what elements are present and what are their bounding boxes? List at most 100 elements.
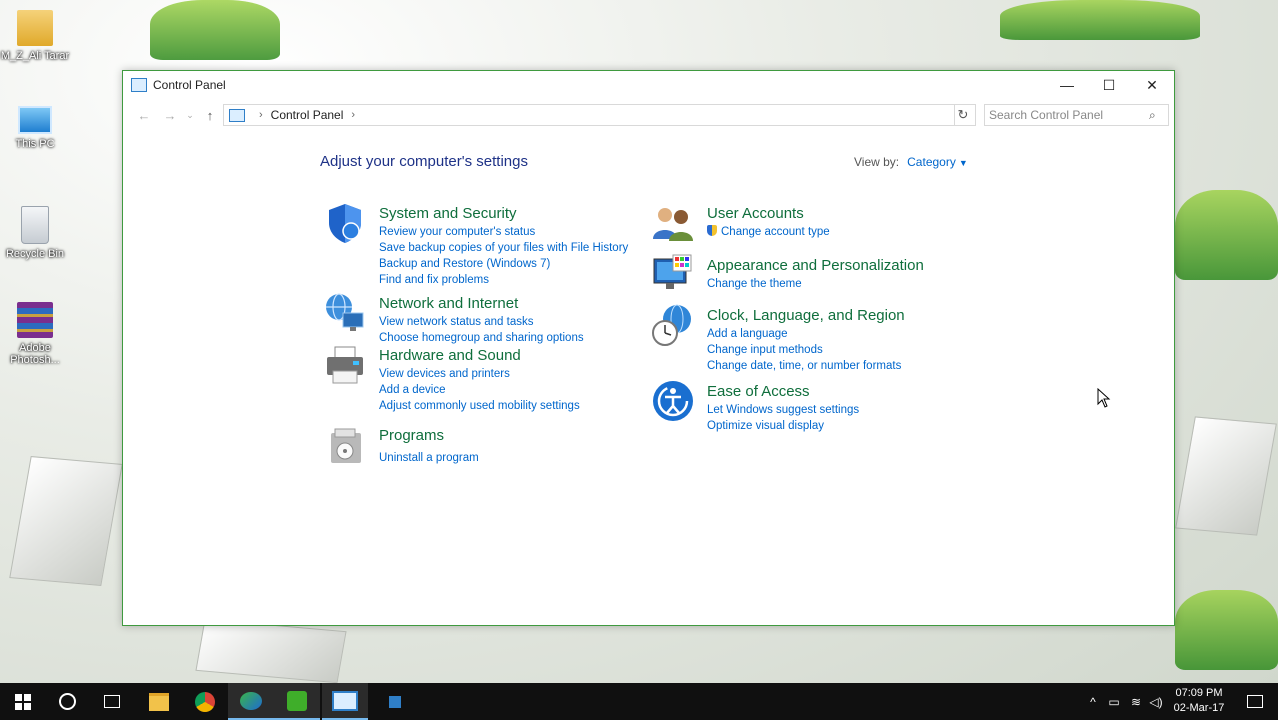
view-by: View by: Category ▼ bbox=[854, 155, 968, 169]
show-hidden-icons-chevron-icon[interactable]: ^ bbox=[1084, 695, 1102, 709]
ease-of-access-icon bbox=[653, 381, 693, 421]
forward-arrow-icon[interactable]: → bbox=[157, 108, 183, 123]
category-title[interactable]: User Accounts bbox=[707, 205, 804, 222]
category-link[interactable]: View devices and printers bbox=[379, 366, 580, 382]
desktop-icon-label: M_Z_Ali Tarar bbox=[0, 50, 70, 62]
desktop-icon-photoshop[interactable]: Adobe Photosh... bbox=[0, 302, 70, 366]
control-panel-window: Control Panel — ☐ ✕ ← → ⌄ ↑ › Control Pa… bbox=[122, 70, 1175, 626]
recent-locations-chevron-icon[interactable]: ⌄ bbox=[183, 110, 197, 121]
wallpaper-grass bbox=[1000, 0, 1200, 40]
taskbar-photo-app[interactable] bbox=[228, 683, 274, 720]
mouse-pointer-icon bbox=[1097, 388, 1111, 408]
wallpaper-grass bbox=[1175, 190, 1278, 280]
title-bar[interactable]: Control Panel bbox=[123, 71, 1174, 99]
close-button[interactable]: ✕ bbox=[1130, 71, 1174, 99]
category-link[interactable]: Review your computer's status bbox=[379, 224, 628, 240]
category-title[interactable]: Clock, Language, and Region bbox=[707, 307, 905, 324]
category-link[interactable]: Save backup copies of your files with Fi… bbox=[379, 240, 628, 256]
breadcrumb-control-panel[interactable]: Control Panel bbox=[271, 108, 344, 122]
battery-icon[interactable]: ▭ bbox=[1102, 695, 1126, 709]
minimize-button[interactable]: — bbox=[1045, 71, 1089, 99]
volume-icon[interactable]: ◁) bbox=[1146, 695, 1166, 709]
desktop-icon-label: Recycle Bin bbox=[5, 248, 65, 260]
category-link[interactable]: Change account type bbox=[707, 224, 830, 240]
category-link[interactable]: Find and fix problems bbox=[379, 272, 628, 288]
search-icon[interactable]: ⌕ bbox=[1149, 108, 1156, 123]
category-link[interactable]: Let Windows suggest settings bbox=[707, 402, 859, 418]
recycle-bin-icon bbox=[21, 206, 49, 244]
action-center-button[interactable] bbox=[1232, 683, 1278, 720]
taskbar-chrome[interactable] bbox=[182, 683, 228, 720]
view-by-label: View by: bbox=[854, 155, 900, 169]
notification-icon bbox=[1247, 695, 1263, 708]
archive-icon bbox=[17, 302, 53, 338]
category-link[interactable]: Choose homegroup and sharing options bbox=[379, 330, 584, 346]
category-link[interactable]: Add a language bbox=[707, 326, 901, 342]
category-title[interactable]: Appearance and Personalization bbox=[707, 257, 924, 274]
taskbar-app-small[interactable] bbox=[372, 683, 418, 720]
category-title[interactable]: Ease of Access bbox=[707, 383, 810, 400]
clock-globe-icon bbox=[652, 304, 691, 346]
system-tray: ^ ▭ ≋ ◁) bbox=[1084, 683, 1166, 720]
category-title[interactable]: Programs bbox=[379, 427, 444, 444]
taskbar-control-panel[interactable] bbox=[322, 683, 368, 720]
page-title: Adjust your computer's settings bbox=[320, 153, 528, 170]
category-link[interactable]: Change date, time, or number formats bbox=[707, 358, 901, 374]
category-link[interactable]: Adjust commonly used mobility settings bbox=[379, 398, 580, 414]
dropdown-caret-icon[interactable]: ▼ bbox=[959, 158, 968, 168]
back-arrow-icon[interactable]: ← bbox=[131, 108, 157, 123]
control-panel-icon bbox=[332, 690, 358, 711]
desktop-icon-this-pc[interactable]: This PC bbox=[0, 106, 70, 150]
taskbar: ^ ▭ ≋ ◁) 07:09 PM 02-Mar-17 bbox=[0, 683, 1278, 720]
breadcrumb-chevron-icon[interactable]: › bbox=[259, 109, 263, 121]
category-link[interactable]: Uninstall a program bbox=[379, 450, 479, 466]
programs-icon bbox=[331, 428, 361, 463]
window-title: Control Panel bbox=[153, 78, 226, 92]
task-view-icon bbox=[104, 695, 120, 708]
search-cortana-button[interactable] bbox=[44, 683, 90, 720]
up-arrow-icon[interactable]: ↑ bbox=[197, 108, 223, 123]
address-bar[interactable]: › Control Panel › ⌄ bbox=[223, 104, 1034, 126]
wifi-icon[interactable]: ≋ bbox=[1126, 695, 1146, 709]
windows-logo-icon bbox=[15, 693, 31, 710]
address-row: ← → ⌄ ↑ › Control Panel › ⌄ ↻ ⌕ bbox=[131, 104, 1169, 126]
shield-icon bbox=[329, 204, 361, 243]
category-link[interactable]: Change the theme bbox=[707, 276, 802, 292]
task-view-button[interactable] bbox=[89, 683, 135, 720]
category-title[interactable]: Hardware and Sound bbox=[379, 347, 521, 364]
search-input[interactable] bbox=[985, 107, 1141, 123]
folder-icon bbox=[149, 692, 169, 711]
desktop-icon-user-folder[interactable]: M_Z_Ali Tarar bbox=[0, 10, 70, 62]
chrome-icon bbox=[195, 691, 215, 712]
control-panel-icon bbox=[131, 78, 147, 92]
category-link[interactable]: View network status and tasks bbox=[379, 314, 584, 330]
category-link[interactable]: Optimize visual display bbox=[707, 418, 859, 434]
folder-icon bbox=[17, 10, 53, 46]
taskbar-file-explorer[interactable] bbox=[136, 683, 182, 720]
maximize-button[interactable]: ☐ bbox=[1087, 71, 1131, 99]
refresh-icon[interactable]: ↻ bbox=[951, 104, 976, 126]
category-link[interactable]: Add a device bbox=[379, 382, 580, 398]
app-icon bbox=[389, 695, 401, 708]
view-by-dropdown[interactable]: Category bbox=[907, 155, 956, 169]
breadcrumb-chevron-icon[interactable]: › bbox=[351, 109, 355, 121]
category-title[interactable]: System and Security bbox=[379, 205, 517, 222]
taskbar-camtasia[interactable] bbox=[274, 683, 320, 720]
computer-icon bbox=[18, 106, 52, 134]
taskbar-clock[interactable]: 07:09 PM 02-Mar-17 bbox=[1164, 686, 1234, 716]
start-button[interactable] bbox=[0, 683, 46, 720]
control-panel-icon bbox=[229, 108, 245, 122]
category-link[interactable]: Backup and Restore (Windows 7) bbox=[379, 256, 628, 272]
desktop-icon-label: This PC bbox=[15, 138, 55, 150]
network-globe-icon bbox=[326, 293, 364, 331]
category-title[interactable]: Network and Internet bbox=[379, 295, 518, 312]
users-icon bbox=[653, 208, 693, 241]
clock-date: 02-Mar-17 bbox=[1173, 702, 1225, 714]
desktop-icon-recycle-bin[interactable]: Recycle Bin bbox=[0, 206, 70, 260]
search-box[interactable]: ⌕ bbox=[984, 104, 1169, 126]
display-icon bbox=[653, 254, 692, 289]
wallpaper-cube bbox=[9, 455, 123, 587]
cortana-circle-icon bbox=[58, 693, 76, 710]
desktop-icon-label: Adobe Photosh... bbox=[10, 342, 60, 366]
category-link[interactable]: Change input methods bbox=[707, 342, 901, 358]
